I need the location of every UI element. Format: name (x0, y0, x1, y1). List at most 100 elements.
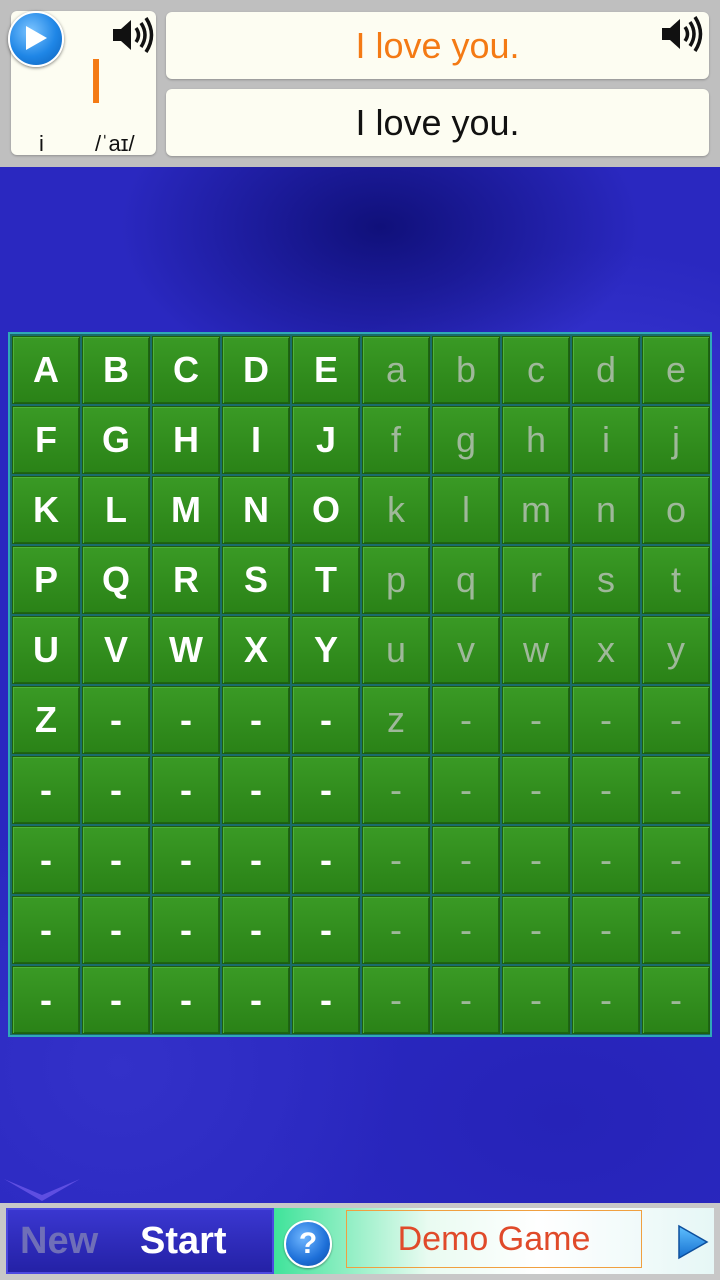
letter-tile[interactable]: w (502, 616, 570, 684)
letter-tile[interactable]: - (642, 896, 710, 964)
letter-tile[interactable]: q (432, 546, 500, 614)
letter-tile[interactable]: P (12, 546, 80, 614)
letter-tile[interactable]: D (222, 336, 290, 404)
letter-tile[interactable]: s (572, 546, 640, 614)
letter-tile[interactable]: a (362, 336, 430, 404)
letter-tile[interactable]: E (292, 336, 360, 404)
letter-tile[interactable]: - (82, 686, 150, 754)
letter-tile[interactable]: - (502, 966, 570, 1034)
letter-tile[interactable]: t (642, 546, 710, 614)
letter-tile[interactable]: - (292, 896, 360, 964)
letter-tile[interactable]: - (222, 756, 290, 824)
letter-tile[interactable]: W (152, 616, 220, 684)
letter-tile[interactable]: - (432, 756, 500, 824)
letter-tile[interactable]: - (572, 896, 640, 964)
letter-tile[interactable]: - (502, 686, 570, 754)
letter-tile[interactable]: - (152, 826, 220, 894)
letter-tile[interactable]: - (432, 686, 500, 754)
letter-tile[interactable]: - (292, 686, 360, 754)
letter-tile[interactable]: T (292, 546, 360, 614)
letter-tile[interactable]: - (502, 756, 570, 824)
letter-tile[interactable]: - (432, 966, 500, 1034)
letter-tile[interactable]: G (82, 406, 150, 474)
letter-tile[interactable]: U (12, 616, 80, 684)
letter-tile[interactable]: - (572, 756, 640, 824)
letter-tile[interactable]: - (292, 966, 360, 1034)
letter-tile[interactable]: - (12, 826, 80, 894)
letter-tile[interactable]: - (642, 756, 710, 824)
letter-tile[interactable]: K (12, 476, 80, 544)
letter-tile[interactable]: - (432, 896, 500, 964)
letter-tile[interactable]: y (642, 616, 710, 684)
letter-tile[interactable]: O (292, 476, 360, 544)
letter-tile[interactable]: - (292, 826, 360, 894)
letter-tile[interactable]: - (222, 966, 290, 1034)
letter-tile[interactable]: j (642, 406, 710, 474)
letter-tile[interactable]: - (572, 826, 640, 894)
letter-tile[interactable]: - (502, 826, 570, 894)
demo-game-button[interactable]: Demo Game (346, 1210, 642, 1268)
letter-tile[interactable]: - (12, 756, 80, 824)
letter-tile[interactable]: - (502, 896, 570, 964)
letter-tile[interactable]: - (642, 686, 710, 754)
letter-tile[interactable]: p (362, 546, 430, 614)
letter-tile[interactable]: - (362, 966, 430, 1034)
letter-tile[interactable]: n (572, 476, 640, 544)
letter-tile[interactable]: - (642, 826, 710, 894)
letter-tile[interactable]: - (222, 826, 290, 894)
letter-tile[interactable]: i (572, 406, 640, 474)
letter-tile[interactable]: A (12, 336, 80, 404)
letter-tile[interactable]: C (152, 336, 220, 404)
letter-tile[interactable]: B (82, 336, 150, 404)
letter-tile[interactable]: l (432, 476, 500, 544)
letter-tile[interactable]: M (152, 476, 220, 544)
help-button[interactable]: ? (284, 1220, 332, 1268)
letter-tile[interactable]: h (502, 406, 570, 474)
play-arrow-icon[interactable] (676, 1223, 710, 1261)
letter-tile[interactable]: x (572, 616, 640, 684)
letter-tile[interactable]: r (502, 546, 570, 614)
letter-tile[interactable]: X (222, 616, 290, 684)
letter-tile[interactable]: - (152, 756, 220, 824)
letter-tile[interactable]: m (502, 476, 570, 544)
letter-tile[interactable]: v (432, 616, 500, 684)
letter-tile[interactable]: o (642, 476, 710, 544)
sentence-highlighted[interactable]: I love you. (166, 12, 709, 79)
letter-tile[interactable]: b (432, 336, 500, 404)
letter-tile[interactable]: - (572, 966, 640, 1034)
letter-tile[interactable]: - (362, 896, 430, 964)
letter-tile[interactable]: g (432, 406, 500, 474)
letter-tile[interactable]: R (152, 546, 220, 614)
letter-tile[interactable]: N (222, 476, 290, 544)
letter-tile[interactable]: V (82, 616, 150, 684)
letter-tile[interactable]: L (82, 476, 150, 544)
letter-tile[interactable]: - (222, 896, 290, 964)
letter-tile[interactable]: - (82, 826, 150, 894)
sentence-plain[interactable]: I love you. (166, 89, 709, 156)
letter-tile[interactable]: - (152, 966, 220, 1034)
letter-tile[interactable]: f (362, 406, 430, 474)
letter-tile[interactable]: Z (12, 686, 80, 754)
start-button[interactable]: Start (140, 1220, 227, 1263)
letter-tile[interactable]: H (152, 406, 220, 474)
letter-tile[interactable]: - (12, 896, 80, 964)
letter-tile[interactable]: - (362, 756, 430, 824)
letter-tile[interactable]: - (82, 966, 150, 1034)
new-button[interactable]: New (20, 1220, 98, 1263)
letter-tile[interactable]: d (572, 336, 640, 404)
letter-tile[interactable]: c (502, 336, 570, 404)
letter-tile[interactable]: - (152, 896, 220, 964)
letter-tile[interactable]: e (642, 336, 710, 404)
letter-tile[interactable]: - (82, 756, 150, 824)
letter-tile[interactable]: k (362, 476, 430, 544)
letter-tile[interactable]: - (82, 896, 150, 964)
letter-tile[interactable]: - (222, 686, 290, 754)
letter-tile[interactable]: F (12, 406, 80, 474)
letter-tile[interactable]: u (362, 616, 430, 684)
letter-tile[interactable]: - (572, 686, 640, 754)
letter-tile[interactable]: J (292, 406, 360, 474)
letter-tile[interactable]: Q (82, 546, 150, 614)
play-button[interactable] (8, 11, 64, 67)
sentence-speaker-button[interactable] (660, 15, 704, 53)
letter-tile[interactable]: Y (292, 616, 360, 684)
